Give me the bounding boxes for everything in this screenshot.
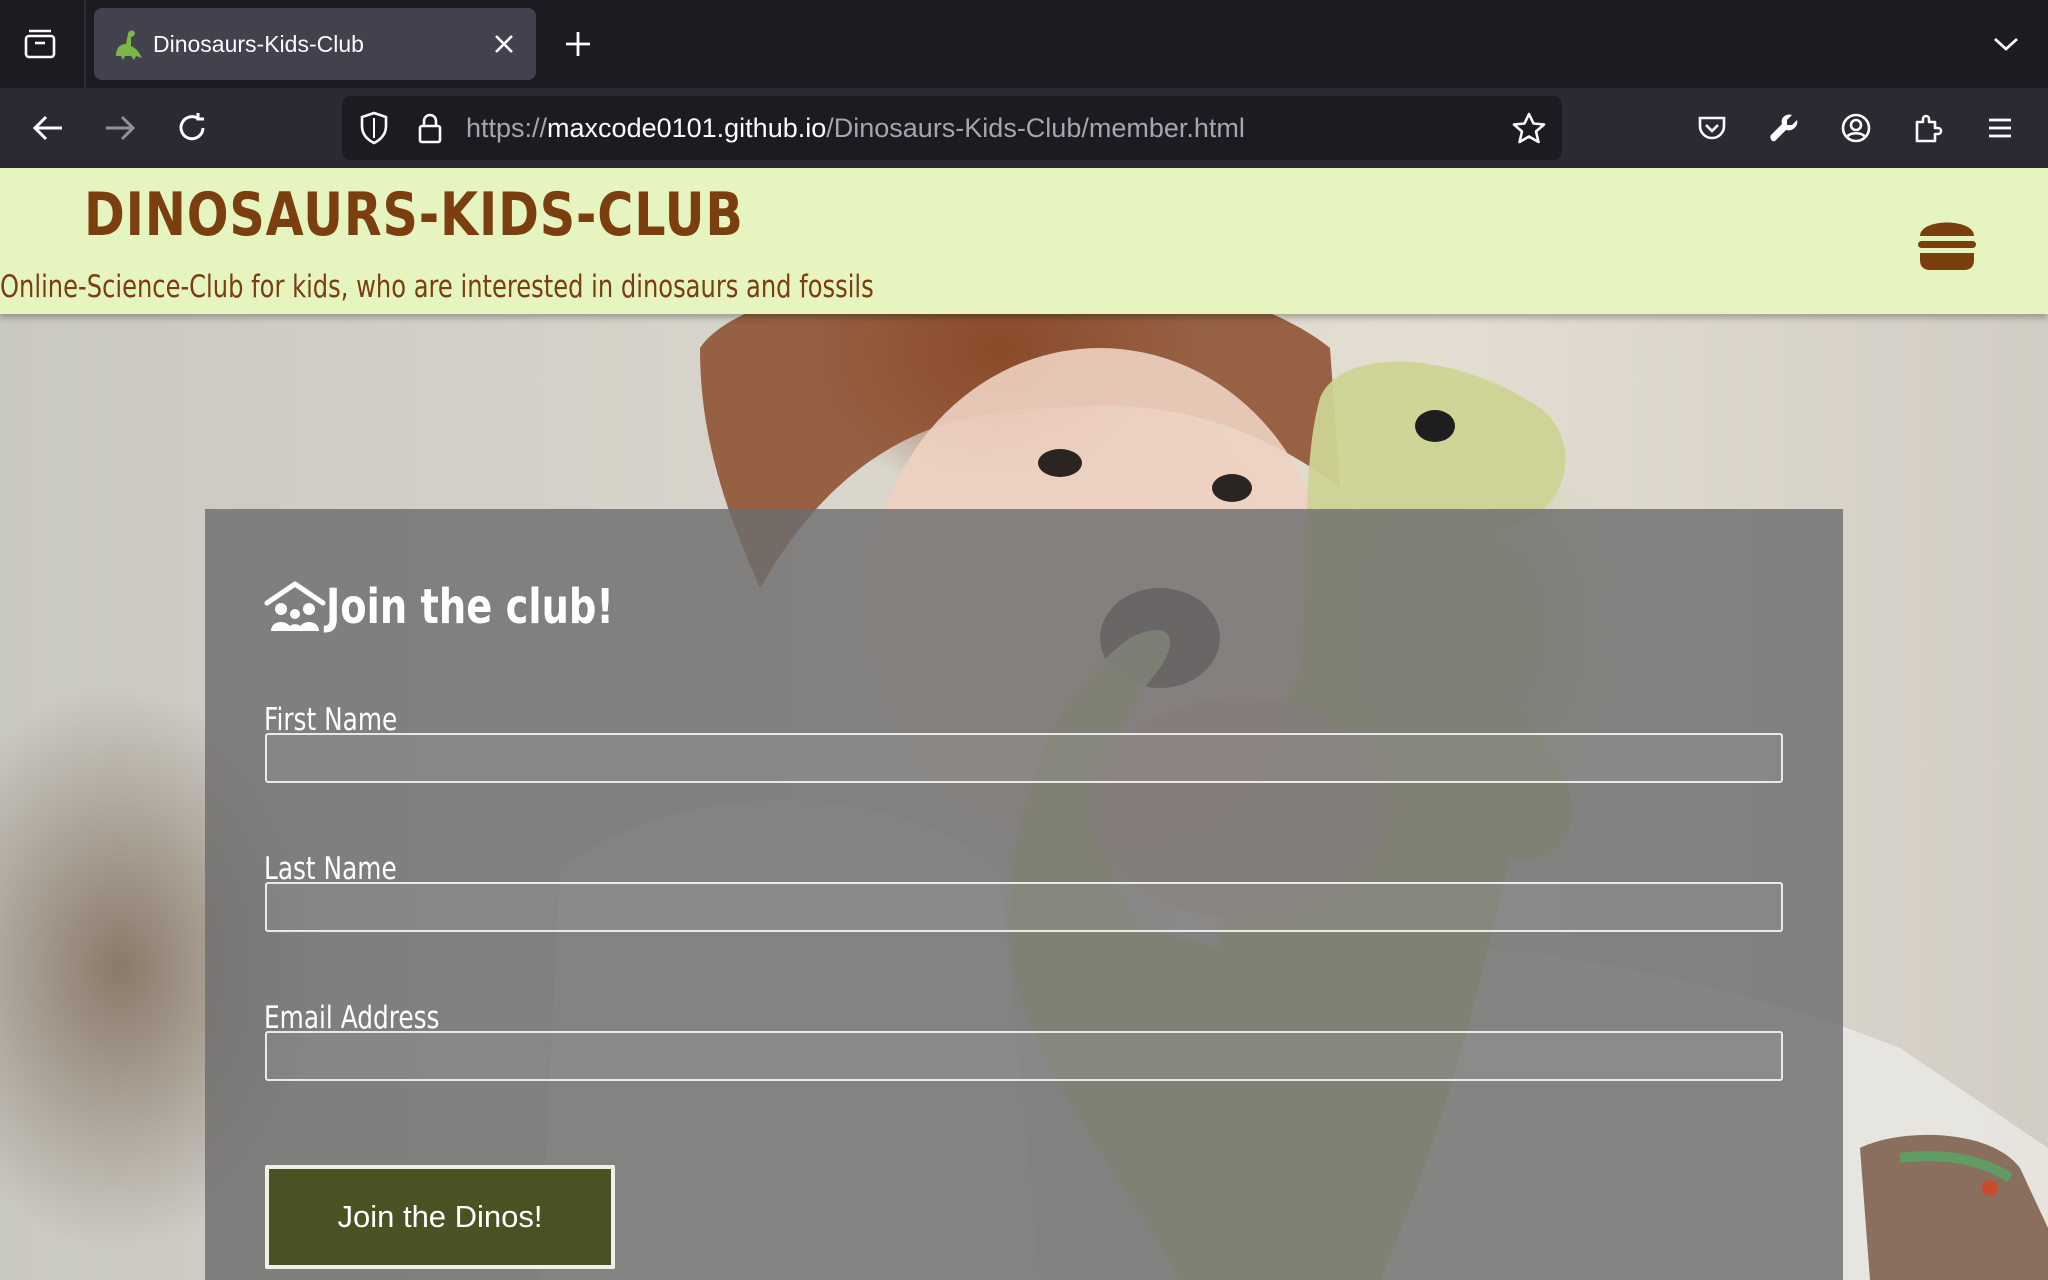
lock-icon[interactable] <box>410 108 450 148</box>
close-icon[interactable] <box>486 26 522 62</box>
membership-form: Join the club! First Name Last Name Emai… <box>205 509 1843 1280</box>
chevron-down-icon[interactable] <box>1986 24 2026 64</box>
wrench-icon[interactable] <box>1764 108 1804 148</box>
url-path: /Dinosaurs-Kids-Club/member.html <box>826 113 1245 143</box>
account-icon[interactable] <box>1836 108 1876 148</box>
star-icon[interactable] <box>1509 108 1549 148</box>
browser-tab-bar: Dinosaurs-Kids-Club <box>0 0 2048 88</box>
dino-favicon-icon <box>110 26 146 62</box>
url-bar[interactable]: https://maxcode0101.github.io/Dinosaurs-… <box>342 96 1562 160</box>
back-arrow-icon[interactable] <box>28 108 68 148</box>
last-name-input[interactable] <box>265 882 1783 932</box>
menu-icon[interactable] <box>1980 108 2020 148</box>
page-viewport: DINOSAURS-KIDS-CLUB Online-Science-Club … <box>0 168 2048 1280</box>
new-tab-button[interactable] <box>558 24 598 64</box>
email-input[interactable] <box>265 1031 1783 1081</box>
reload-icon[interactable] <box>172 108 212 148</box>
site-title[interactable]: DINOSAURS-KIDS-CLUB <box>84 180 744 250</box>
site-header: DINOSAURS-KIDS-CLUB Online-Science-Club … <box>0 168 2048 314</box>
tab-title: Dinosaurs-Kids-Club <box>153 31 364 57</box>
site-subtitle: Online-Science-Club for kids, who are in… <box>0 269 874 305</box>
plus-icon <box>566 32 590 56</box>
browser-nav-bar: https://maxcode0101.github.io/Dinosaurs-… <box>0 88 2048 168</box>
first-name-input[interactable] <box>265 733 1783 783</box>
join-the-dinos-button[interactable]: Join the Dinos! <box>265 1165 615 1269</box>
forward-arrow-icon[interactable] <box>100 108 140 148</box>
house-family-icon <box>264 581 326 631</box>
shield-icon[interactable] <box>354 108 394 148</box>
pocket-icon[interactable] <box>1692 108 1732 148</box>
tab-divider <box>84 0 86 88</box>
tab-overview-icon[interactable] <box>20 24 60 64</box>
url-text[interactable]: https://maxcode0101.github.io/Dinosaurs-… <box>466 96 1245 160</box>
form-heading: Join the club! <box>264 577 686 637</box>
url-scheme: https:// <box>466 113 548 143</box>
url-host: maxcode0101.github.io <box>547 113 827 143</box>
form-heading-text: Join the club! <box>326 579 614 635</box>
browser-tab-active[interactable]: Dinosaurs-Kids-Club <box>94 8 536 80</box>
extensions-icon[interactable] <box>1908 108 1948 148</box>
burger-icon[interactable] <box>1916 212 1978 272</box>
